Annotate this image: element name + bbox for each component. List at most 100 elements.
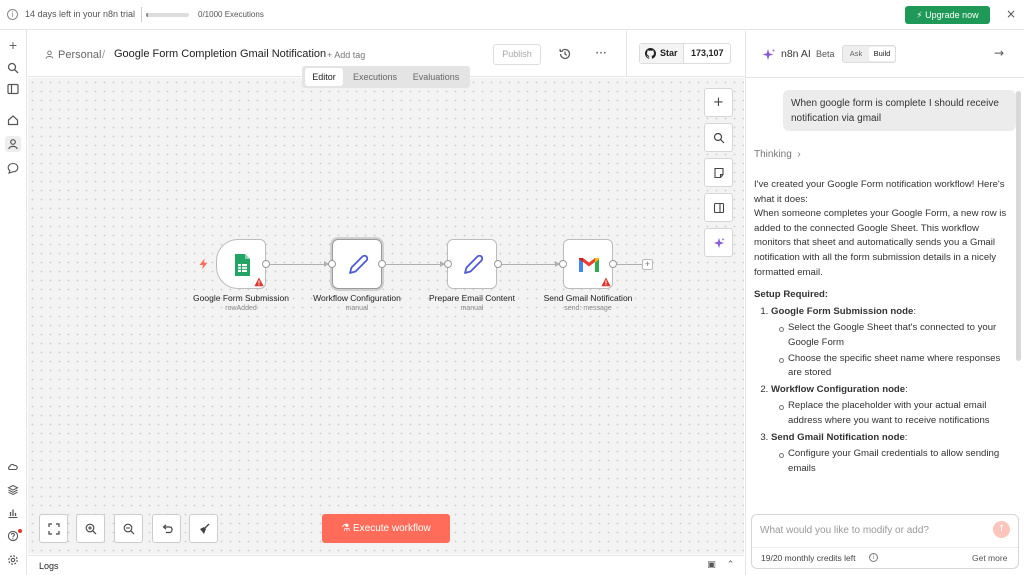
output-port[interactable] — [609, 260, 617, 268]
logs-bar[interactable]: Logs ▣ ⌃ — [28, 555, 744, 575]
execute-label: Execute workflow — [352, 523, 431, 534]
mode-ask[interactable]: Ask — [844, 47, 868, 61]
executions-progress-fill — [146, 13, 148, 17]
setup-step: Workflow Configuration node: Replace the… — [771, 383, 1016, 429]
step-bullet: Select the Google Sheet that's connected… — [779, 321, 1016, 350]
thinking-label: Thinking — [754, 149, 792, 160]
trial-banner: i 14 days left in your n8n trial 0/1000 … — [0, 0, 1024, 30]
cloud-icon[interactable] — [5, 458, 21, 474]
add-tag-link[interactable]: + Add tag — [327, 50, 365, 60]
credits-info-icon[interactable]: i — [869, 553, 878, 562]
node-prepare-email-content[interactable] — [447, 239, 497, 289]
step-suffix: : — [904, 431, 908, 443]
connection-line — [270, 264, 328, 265]
input-port[interactable] — [328, 260, 336, 268]
get-more-link[interactable]: Get more — [972, 553, 1007, 563]
node-send-gmail-notification[interactable] — [563, 239, 613, 289]
search-icon[interactable] — [5, 60, 21, 76]
undo-icon[interactable] — [152, 514, 181, 543]
zoom-out-icon[interactable] — [114, 514, 143, 543]
panel-scrollbar[interactable] — [1016, 91, 1021, 361]
tab-editor[interactable]: Editor — [305, 68, 343, 86]
step-title: Send Gmail Notification node — [771, 431, 905, 443]
step-suffix: : — [905, 383, 908, 395]
input-port[interactable] — [559, 260, 567, 268]
chevron-up-icon[interactable]: ⌃ — [725, 560, 736, 571]
github-star-count: 173,107 — [691, 48, 724, 58]
add-next-node-button[interactable]: + — [642, 259, 653, 270]
zoom-in-icon[interactable] — [76, 514, 105, 543]
insights-chart-icon[interactable] — [5, 505, 21, 521]
trigger-bolt-icon — [199, 258, 208, 270]
send-arrow-icon[interactable]: ↑ — [993, 521, 1010, 538]
more-options-icon[interactable]: ··· — [594, 46, 608, 60]
github-star-button[interactable]: Star 173,107 — [639, 43, 731, 64]
github-star-label: Star — [660, 48, 678, 58]
response-intro: I've created your Google Form notificati… — [754, 179, 1005, 205]
assistant-response-scroll[interactable]: I've created your Google Form notificati… — [746, 171, 1024, 545]
executions-progress-bar — [146, 13, 189, 17]
setup-step: Send Gmail Notification node: Configure … — [771, 431, 1016, 477]
step-bullet: Replace the placeholder with your actual… — [779, 399, 1016, 428]
connection-line — [617, 264, 642, 265]
fit-view-icon[interactable] — [39, 514, 68, 543]
chat-icon[interactable] — [5, 160, 21, 176]
tidy-up-broom-icon[interactable] — [189, 514, 218, 543]
assistant-response: I've created your Google Form notificati… — [754, 178, 1016, 476]
add-node-plus-icon[interactable]: + — [704, 88, 733, 117]
github-icon — [645, 48, 656, 59]
trial-text: 14 days left in your n8n trial — [25, 9, 136, 19]
input-port[interactable] — [444, 260, 452, 268]
gmail-icon — [579, 258, 599, 272]
toggle-panel-icon[interactable] — [704, 193, 733, 222]
tab-evaluations[interactable]: Evaluations — [407, 68, 465, 86]
ai-title: n8n AI — [781, 48, 811, 60]
node-google-form-submission[interactable] — [216, 239, 266, 289]
output-port[interactable] — [378, 260, 386, 268]
bolt-icon: ⚡ — [916, 10, 923, 20]
workflow-canvas[interactable] — [28, 78, 744, 554]
prompt-input[interactable] — [760, 523, 985, 537]
close-banner-icon[interactable]: × — [1004, 7, 1018, 21]
project-breadcrumb[interactable]: Personal — [58, 49, 101, 61]
templates-icon[interactable] — [5, 482, 21, 498]
executions-count: 0/1000 Executions — [198, 10, 264, 19]
step-bullet: Choose the specific sheet name where res… — [779, 352, 1016, 381]
step-bullet: Configure your Gmail credentials to allo… — [779, 447, 1016, 476]
setup-step: Google Form Submission node: Select the … — [771, 305, 1016, 381]
logs-title: Logs — [39, 561, 59, 571]
collapse-panel-arrow-icon[interactable]: → — [994, 46, 1008, 60]
connection-line — [501, 264, 559, 265]
credits-remaining: 19/20 monthly credits left — [761, 553, 856, 563]
history-icon[interactable] — [558, 47, 572, 61]
settings-gear-icon[interactable] — [5, 552, 21, 568]
home-icon[interactable] — [5, 112, 21, 128]
logs-popout-icon[interactable]: ▣ — [706, 560, 717, 571]
tab-executions[interactable]: Executions — [347, 68, 403, 86]
ai-sparkle-icon[interactable] — [704, 228, 733, 257]
sticky-note-icon[interactable] — [704, 158, 733, 187]
sidebar-toggle-icon[interactable] — [5, 81, 21, 97]
flask-icon: ⚗ — [341, 523, 351, 534]
thinking-toggle[interactable]: Thinking › — [754, 149, 801, 160]
execute-workflow-button[interactable]: ⚗ Execute workflow — [322, 514, 450, 543]
left-sidebar: + — [0, 30, 27, 575]
github-star-left[interactable]: Star — [640, 44, 684, 63]
node-workflow-configuration[interactable] — [332, 239, 382, 289]
upgrade-label: Upgrade now — [925, 10, 979, 20]
warning-icon — [254, 277, 264, 287]
output-port[interactable] — [494, 260, 502, 268]
publish-button[interactable]: Publish — [493, 44, 541, 65]
notification-dot — [18, 529, 22, 533]
connection-line — [386, 264, 444, 265]
personal-user-icon[interactable] — [5, 136, 21, 152]
plus-icon[interactable]: + — [5, 38, 21, 54]
ai-sparkle-icon — [762, 48, 776, 60]
mode-build[interactable]: Build — [869, 47, 895, 61]
workflow-title[interactable]: Google Form Completion Gmail Notificatio… — [114, 48, 326, 60]
step-suffix: : — [913, 305, 916, 317]
output-port[interactable] — [262, 260, 270, 268]
pencil-icon — [464, 254, 484, 274]
search-nodes-icon[interactable] — [704, 123, 733, 152]
upgrade-now-button[interactable]: ⚡ Upgrade now — [905, 6, 990, 24]
